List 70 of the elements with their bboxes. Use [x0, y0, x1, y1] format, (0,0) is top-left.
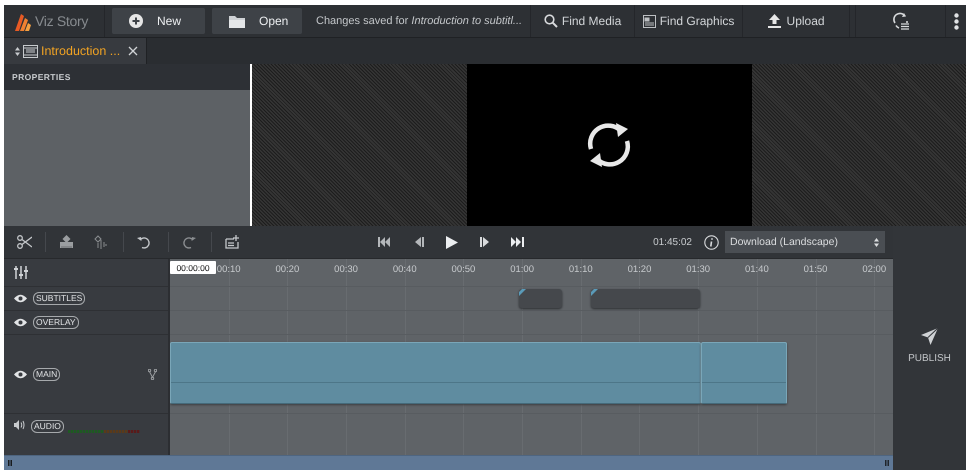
- track-label: SUBTITLES: [33, 292, 86, 305]
- app-name: Viz Story: [35, 13, 88, 29]
- undo-icon: [137, 235, 151, 249]
- publish-button[interactable]: PUBLISH: [908, 328, 951, 364]
- eye-icon[interactable]: [14, 318, 27, 327]
- film-icon: [23, 44, 38, 58]
- logo-icon: [13, 11, 31, 31]
- open-button[interactable]: Open: [212, 8, 302, 34]
- mixer-icon[interactable]: [14, 266, 28, 279]
- duration: 01:45:02: [653, 236, 692, 248]
- search-icon: [544, 14, 558, 28]
- find-media-button[interactable]: Find Media: [530, 5, 634, 37]
- sort-icon: [15, 46, 20, 56]
- eye-icon[interactable]: [14, 294, 27, 303]
- redo-icon: [182, 235, 196, 249]
- upload-icon: [768, 14, 781, 28]
- time-tick: 00:30: [334, 264, 358, 275]
- track-label: AUDIO: [31, 420, 64, 433]
- time-tick: 01:30: [686, 264, 710, 275]
- save-status: Changes saved for Introduction to subtitl...: [316, 14, 522, 28]
- grip-icon[interactable]: [8, 460, 12, 466]
- branch-icon[interactable]: [148, 368, 157, 380]
- media-icon: [59, 235, 74, 249]
- menu-icon: [954, 12, 958, 30]
- skip-end-icon: [511, 237, 524, 247]
- tab-title: Introduction ...: [41, 44, 120, 58]
- speaker-icon[interactable]: [14, 420, 25, 430]
- upload-button[interactable]: Upload: [742, 5, 850, 37]
- corner-marker: [519, 289, 526, 296]
- grip-icon[interactable]: [885, 460, 889, 466]
- document-tab[interactable]: Introduction ...: [4, 38, 148, 64]
- step-forward-icon: [480, 237, 490, 247]
- scissors-icon: [17, 235, 32, 249]
- corner-marker: [591, 289, 598, 296]
- video-clip[interactable]: [170, 342, 702, 404]
- track-label: OVERLAY: [33, 316, 79, 329]
- audio-tool-icon: [93, 235, 108, 249]
- time-tick: 01:10: [568, 264, 593, 275]
- close-icon[interactable]: [128, 46, 138, 56]
- time-tick: 00:20: [275, 264, 300, 275]
- plus-circle-icon: [129, 14, 143, 28]
- eye-icon[interactable]: [14, 370, 27, 378]
- track-label: MAIN: [33, 368, 60, 380]
- time-tick: 00:50: [452, 264, 476, 275]
- horizontal-scrollbar[interactable]: [4, 455, 893, 470]
- sync-icon: [892, 12, 910, 30]
- image-icon: [642, 14, 656, 28]
- folder-icon: [229, 14, 245, 28]
- send-icon: [920, 328, 938, 345]
- time-tick: 00:40: [392, 264, 417, 275]
- info-icon: [704, 234, 719, 250]
- time-tick: 01:00: [510, 264, 534, 275]
- sort-icon: [874, 238, 879, 246]
- panel-title: PROPERTIES: [12, 72, 71, 82]
- time-tick: 02:00: [862, 264, 886, 275]
- output-dropdown[interactable]: Download (Landscape): [725, 231, 885, 253]
- video-clip[interactable]: [701, 342, 788, 404]
- time-tick: 01:40: [744, 264, 769, 275]
- time-tick: 01:20: [628, 264, 652, 275]
- add-caption-icon: [225, 235, 239, 249]
- skip-start-icon: [378, 237, 391, 247]
- find-graphics-button[interactable]: Find Graphics: [634, 5, 742, 37]
- time-tick: 01:50: [804, 264, 828, 275]
- play-icon: [446, 236, 458, 248]
- subtitle-clip[interactable]: [591, 289, 700, 308]
- new-button[interactable]: New: [112, 8, 205, 34]
- step-back-icon: [414, 237, 424, 247]
- time-tick: 00:10: [216, 264, 241, 275]
- subtitle-clip[interactable]: [519, 289, 562, 308]
- playhead-time[interactable]: 00:00:00: [170, 261, 216, 274]
